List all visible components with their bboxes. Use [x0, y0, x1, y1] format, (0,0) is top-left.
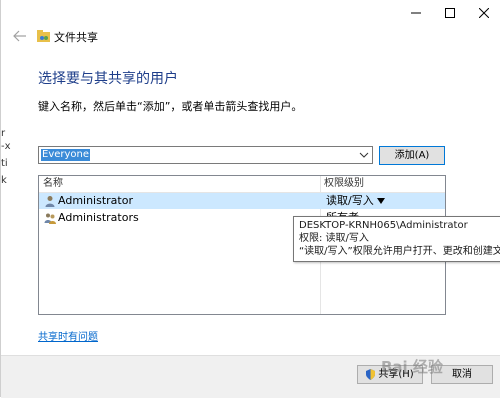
background-text-fragment: k: [1, 175, 7, 186]
share-button[interactable]: 共享(H): [357, 365, 423, 384]
caption-buttons: [399, 0, 500, 26]
shield-icon: [366, 368, 376, 380]
dialog-heading: 选择要与其共享的用户: [38, 71, 178, 87]
permission-dropdown-icon[interactable]: [377, 198, 385, 204]
combo-value[interactable]: Everyone: [41, 149, 91, 161]
window-title: 文件共享: [54, 31, 98, 44]
close-icon: [479, 8, 489, 18]
maximize-icon: [445, 8, 455, 18]
share-button-label: 共享(H): [378, 369, 414, 380]
background-text-fragment: -x: [1, 141, 11, 152]
minimize-button[interactable]: [399, 0, 433, 26]
dialog-button-bar: [1, 355, 500, 398]
close-button[interactable]: [467, 0, 500, 26]
user-combobox[interactable]: Everyone: [38, 146, 373, 164]
group-icon: [44, 213, 56, 224]
maximize-button[interactable]: [433, 0, 467, 26]
column-header-name[interactable]: 名称: [43, 176, 63, 192]
tooltip-line: DESKTOP-KRNH065\Administrator: [299, 220, 468, 231]
background-text-fragment: r: [1, 128, 6, 139]
add-button[interactable]: 添加(A): [379, 146, 445, 165]
sharing-trouble-link[interactable]: 共享时有问题: [38, 328, 98, 343]
share-folder-icon: [37, 30, 50, 42]
tooltip-line: “读取/写入”权限允许用户打开、更改和创建文件: [299, 246, 500, 257]
row-name: Administrators: [58, 211, 139, 224]
cancel-button[interactable]: 取消: [431, 365, 493, 384]
file-share-window: 文件共享 r -x ti k 选择要与其共享的用户 键入名称，然后单击“添加”，…: [0, 0, 500, 398]
row-name: Administrator: [58, 194, 133, 207]
user-icon: [45, 196, 55, 207]
column-header-permission[interactable]: 权限级别: [324, 176, 364, 192]
row-permission[interactable]: 读取/写入: [326, 194, 374, 208]
minimize-icon: [411, 12, 421, 14]
permission-tooltip: DESKTOP-KRNH065\Administrator 权限: 读取/写入 …: [293, 216, 500, 262]
background-text-fragment: ti: [1, 158, 8, 169]
chevron-down-icon[interactable]: [359, 150, 369, 160]
instruction-text: 键入名称，然后单击“添加”，或者单击箭头查找用户。: [38, 100, 303, 113]
list-row-administrator[interactable]: Administrator 读取/写入: [39, 193, 445, 209]
back-arrow-icon[interactable]: [13, 30, 27, 42]
tooltip-line: 权限: 读取/写入: [299, 233, 369, 244]
